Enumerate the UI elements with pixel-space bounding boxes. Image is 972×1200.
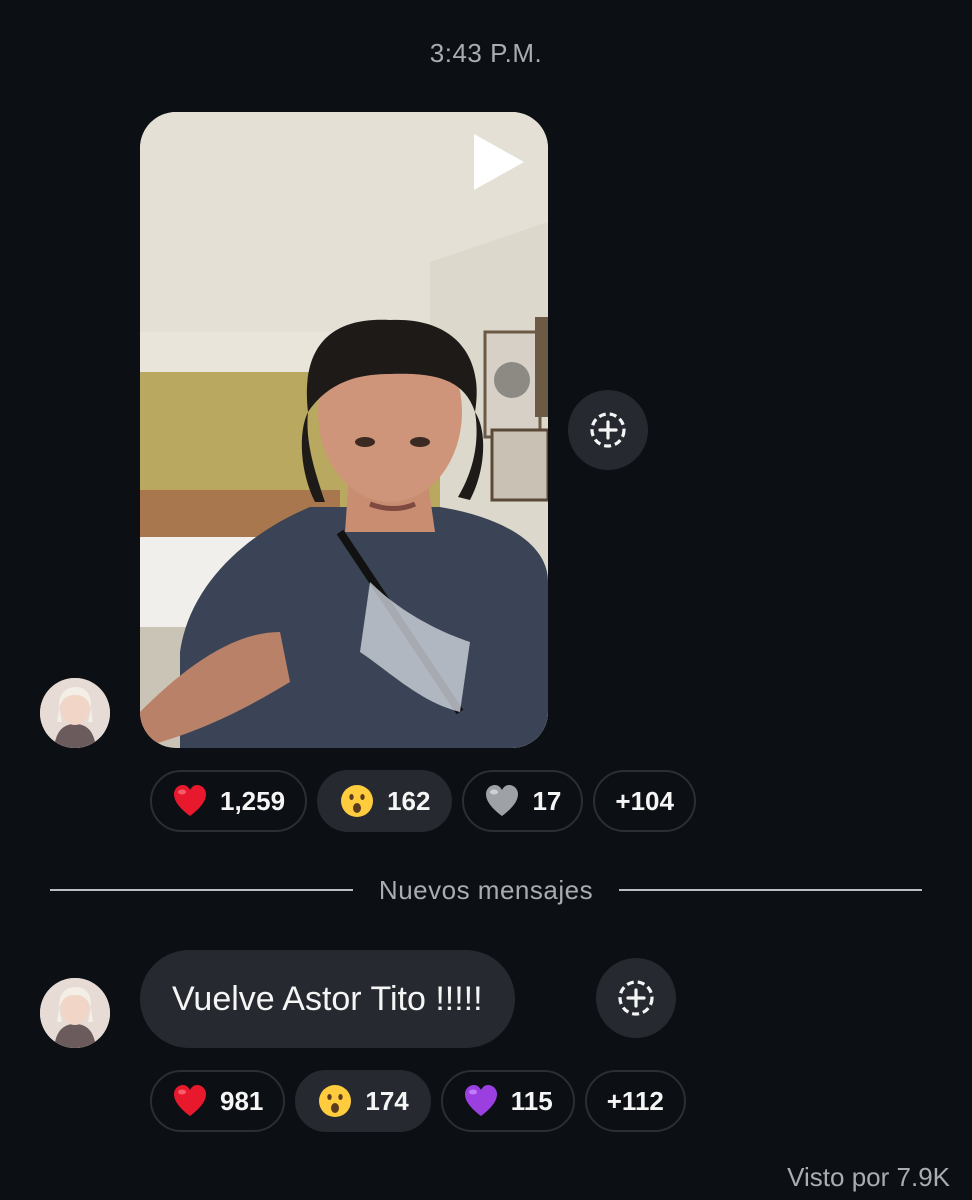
reaction-more[interactable]: +112 [584, 1070, 686, 1132]
reaction-more-count: +112 [606, 1085, 664, 1116]
add-circle-icon [590, 412, 626, 448]
divider-line [50, 889, 353, 891]
red-heart-icon [172, 783, 208, 819]
text-message-bubble[interactable]: Vuelve Astor Tito !!!!! [140, 950, 515, 1048]
message-text: Vuelve Astor Tito !!!!! [172, 979, 483, 1018]
share-button[interactable] [568, 390, 648, 470]
avatar-image [40, 678, 110, 748]
reaction-red-heart[interactable]: 1,259 [150, 770, 308, 832]
play-icon[interactable] [470, 132, 526, 192]
reaction-count: 1,259 [220, 785, 286, 816]
reactions-bar: 981 174 115 +112 [150, 1070, 686, 1132]
grey-heart-icon [484, 783, 520, 819]
seen-by-label: Visto por 7.9K [787, 1162, 950, 1192]
avatar-image [40, 978, 110, 1048]
reaction-more-count: +104 [615, 785, 674, 816]
divider-line [619, 889, 922, 891]
red-heart-icon [172, 1083, 208, 1119]
surprised-face-icon [339, 783, 375, 819]
divider-label: Nuevos mensajes [378, 874, 594, 905]
share-button[interactable] [596, 958, 676, 1038]
reaction-count: 17 [532, 785, 562, 816]
sender-avatar[interactable] [40, 678, 110, 748]
reactions-bar: 1,259 162 17 +104 [150, 770, 696, 832]
reaction-red-heart[interactable]: 981 [150, 1070, 286, 1132]
purple-heart-icon [463, 1083, 499, 1119]
reaction-count: 162 [387, 785, 431, 816]
reaction-more[interactable]: +104 [593, 770, 696, 832]
add-circle-icon [618, 980, 654, 1016]
reaction-surprised-face[interactable]: 174 [295, 1070, 431, 1132]
reaction-grey-heart[interactable]: 17 [462, 770, 584, 832]
reaction-count: 115 [510, 1085, 553, 1116]
video-thumbnail [140, 112, 548, 748]
reaction-surprised-face[interactable]: 162 [317, 770, 453, 832]
surprised-face-icon [317, 1083, 353, 1119]
new-messages-divider: Nuevos mensajes [50, 870, 922, 910]
message-timestamp: 3:43 P.M. [429, 38, 543, 68]
reaction-count: 981 [220, 1085, 264, 1116]
reaction-count: 174 [365, 1085, 409, 1116]
video-message[interactable] [140, 112, 548, 748]
reaction-purple-heart[interactable]: 115 [440, 1070, 575, 1132]
sender-avatar[interactable] [40, 978, 110, 1048]
